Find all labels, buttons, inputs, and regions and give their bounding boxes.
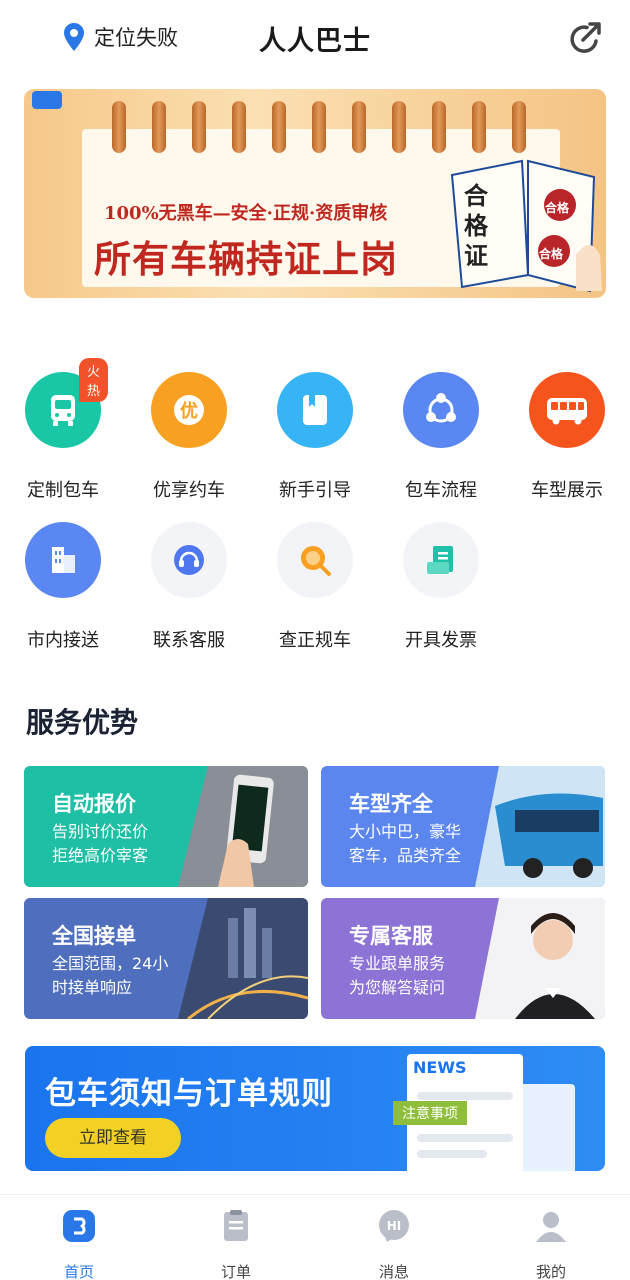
notice-banner[interactable]: NEWS 注意事项 包车须知与订单规则 立即查看 — [25, 1046, 605, 1171]
grid-item-label: 包车流程 — [405, 480, 477, 501]
page-title: 人人巴士 — [259, 26, 371, 57]
card-title: 专属客服 — [349, 924, 433, 948]
notice-tag: 注意事项 — [393, 1101, 467, 1125]
phone-icon — [178, 766, 308, 887]
card-desc: 专业跟单服务 — [349, 954, 446, 973]
card-desc: 时接单响应 — [52, 978, 133, 997]
grid-item-label: 查正规车 — [279, 630, 351, 651]
tab-label: 我的 — [535, 1263, 566, 1280]
invoice-icon — [403, 522, 479, 598]
service-card-nationwide[interactable]: 全国接单 全国范围，24小 时接单响应 — [24, 898, 308, 1019]
headset-icon — [151, 522, 227, 598]
support-agent-icon — [475, 898, 605, 1019]
card-desc: 为您解答疑问 — [349, 978, 446, 997]
bus-photo-icon — [475, 766, 605, 887]
order-icon — [224, 1210, 248, 1241]
grid-item-label: 优享约车 — [153, 480, 225, 501]
grid-item-label: 市内接送 — [27, 630, 99, 651]
news-label: NEWS — [413, 1058, 467, 1077]
grid-item-label: 新手引导 — [279, 480, 351, 501]
message-icon: HI — [379, 1210, 409, 1242]
header: 定位失败 人人巴士 — [0, 0, 630, 78]
card-desc: 拒绝高价宰客 — [52, 846, 149, 865]
tab-home[interactable]: 首页 — [39, 1209, 119, 1280]
process-icon — [403, 372, 479, 448]
card-desc: 客车，品类齐全 — [349, 846, 462, 865]
tab-label: 订单 — [220, 1263, 251, 1280]
stamp-2: 合格 — [539, 247, 564, 261]
grid-item-custom-charter[interactable]: 火热 定制包车 — [8, 358, 118, 502]
guide-book-icon — [277, 372, 353, 448]
grid-item-label: 车型展示 — [531, 480, 603, 501]
grid-item-invoice[interactable]: 开具发票 — [386, 522, 496, 652]
binder-ring-icon — [112, 101, 126, 153]
share-icon[interactable] — [566, 19, 604, 57]
banner-headline: 所有车辆持证上岗 — [94, 237, 398, 281]
grid-item-check-vehicle[interactable]: 查正规车 — [260, 522, 370, 652]
card-desc: 告别讨价还价 — [52, 822, 149, 841]
tab-profile[interactable]: 我的 — [511, 1209, 591, 1280]
view-now-button[interactable]: 立即查看 — [45, 1118, 181, 1158]
certificate-title: 合格证 — [464, 181, 488, 270]
tab-label: 首页 — [63, 1263, 94, 1280]
grid-item-charter-process[interactable]: 包车流程 — [386, 372, 496, 502]
card-title: 全国接单 — [52, 924, 136, 948]
grid-item-premium-ride[interactable]: 优 优享约车 — [134, 372, 244, 502]
service-card-dedicated-support[interactable]: 专属客服 专业跟单服务 为您解答疑问 — [321, 898, 605, 1019]
svg-text:HI: HI — [387, 1219, 402, 1233]
banner-subtitle: 100%无黑车—安全·正规·资质审核 — [104, 203, 388, 224]
tab-orders[interactable]: 订单 — [196, 1209, 276, 1280]
card-title: 车型齐全 — [349, 792, 433, 816]
premium-icon: 优 — [151, 372, 227, 448]
service-card-vehicle-types[interactable]: 车型齐全 大小中巴，豪华 客车，品类齐全 — [321, 766, 605, 887]
card-desc: 大小中巴，豪华 — [349, 822, 462, 841]
grid-item-beginner-guide[interactable]: 新手引导 — [260, 372, 370, 502]
grid-item-city-transfer[interactable]: 市内接送 — [8, 522, 118, 652]
grid-item-label: 联系客服 — [153, 630, 225, 651]
service-card-auto-quote[interactable]: 自动报价 告别讨价还价 拒绝高价宰客 — [24, 766, 308, 887]
search-icon — [277, 522, 353, 598]
card-desc: 全国范围，24小 — [52, 954, 169, 973]
tab-label: 消息 — [378, 1263, 409, 1280]
grid-item-vehicle-showcase[interactable]: 车型展示 — [512, 372, 622, 502]
coach-icon — [529, 372, 605, 448]
hot-badge: 火热 — [79, 358, 109, 402]
svg-text:优: 优 — [180, 400, 198, 422]
stamp-1: 合格 — [545, 201, 570, 215]
section-title: 服务优势 — [26, 706, 139, 739]
home-icon — [63, 1210, 95, 1242]
bus-icon: 火热 — [25, 358, 109, 448]
brand-logo-icon — [32, 91, 62, 109]
tab-messages[interactable]: HI 消息 — [354, 1209, 434, 1280]
card-title: 自动报价 — [52, 792, 136, 816]
grid-item-label: 开具发票 — [405, 630, 477, 651]
buildings-icon — [25, 522, 101, 598]
city-map-icon — [178, 898, 308, 1019]
promo-banner[interactable]: 100%无黑车—安全·正规·资质审核 所有车辆持证上岗 合格证 合格 合格 — [24, 89, 606, 298]
grid-item-label: 定制包车 — [27, 480, 99, 501]
bottom-tab-bar: 首页 订单 HI 消息 我的 — [0, 1194, 630, 1280]
grid-item-contact-support[interactable]: 联系客服 — [134, 522, 244, 652]
profile-icon — [536, 1212, 566, 1242]
notice-title: 包车须知与订单规则 — [45, 1076, 333, 1112]
